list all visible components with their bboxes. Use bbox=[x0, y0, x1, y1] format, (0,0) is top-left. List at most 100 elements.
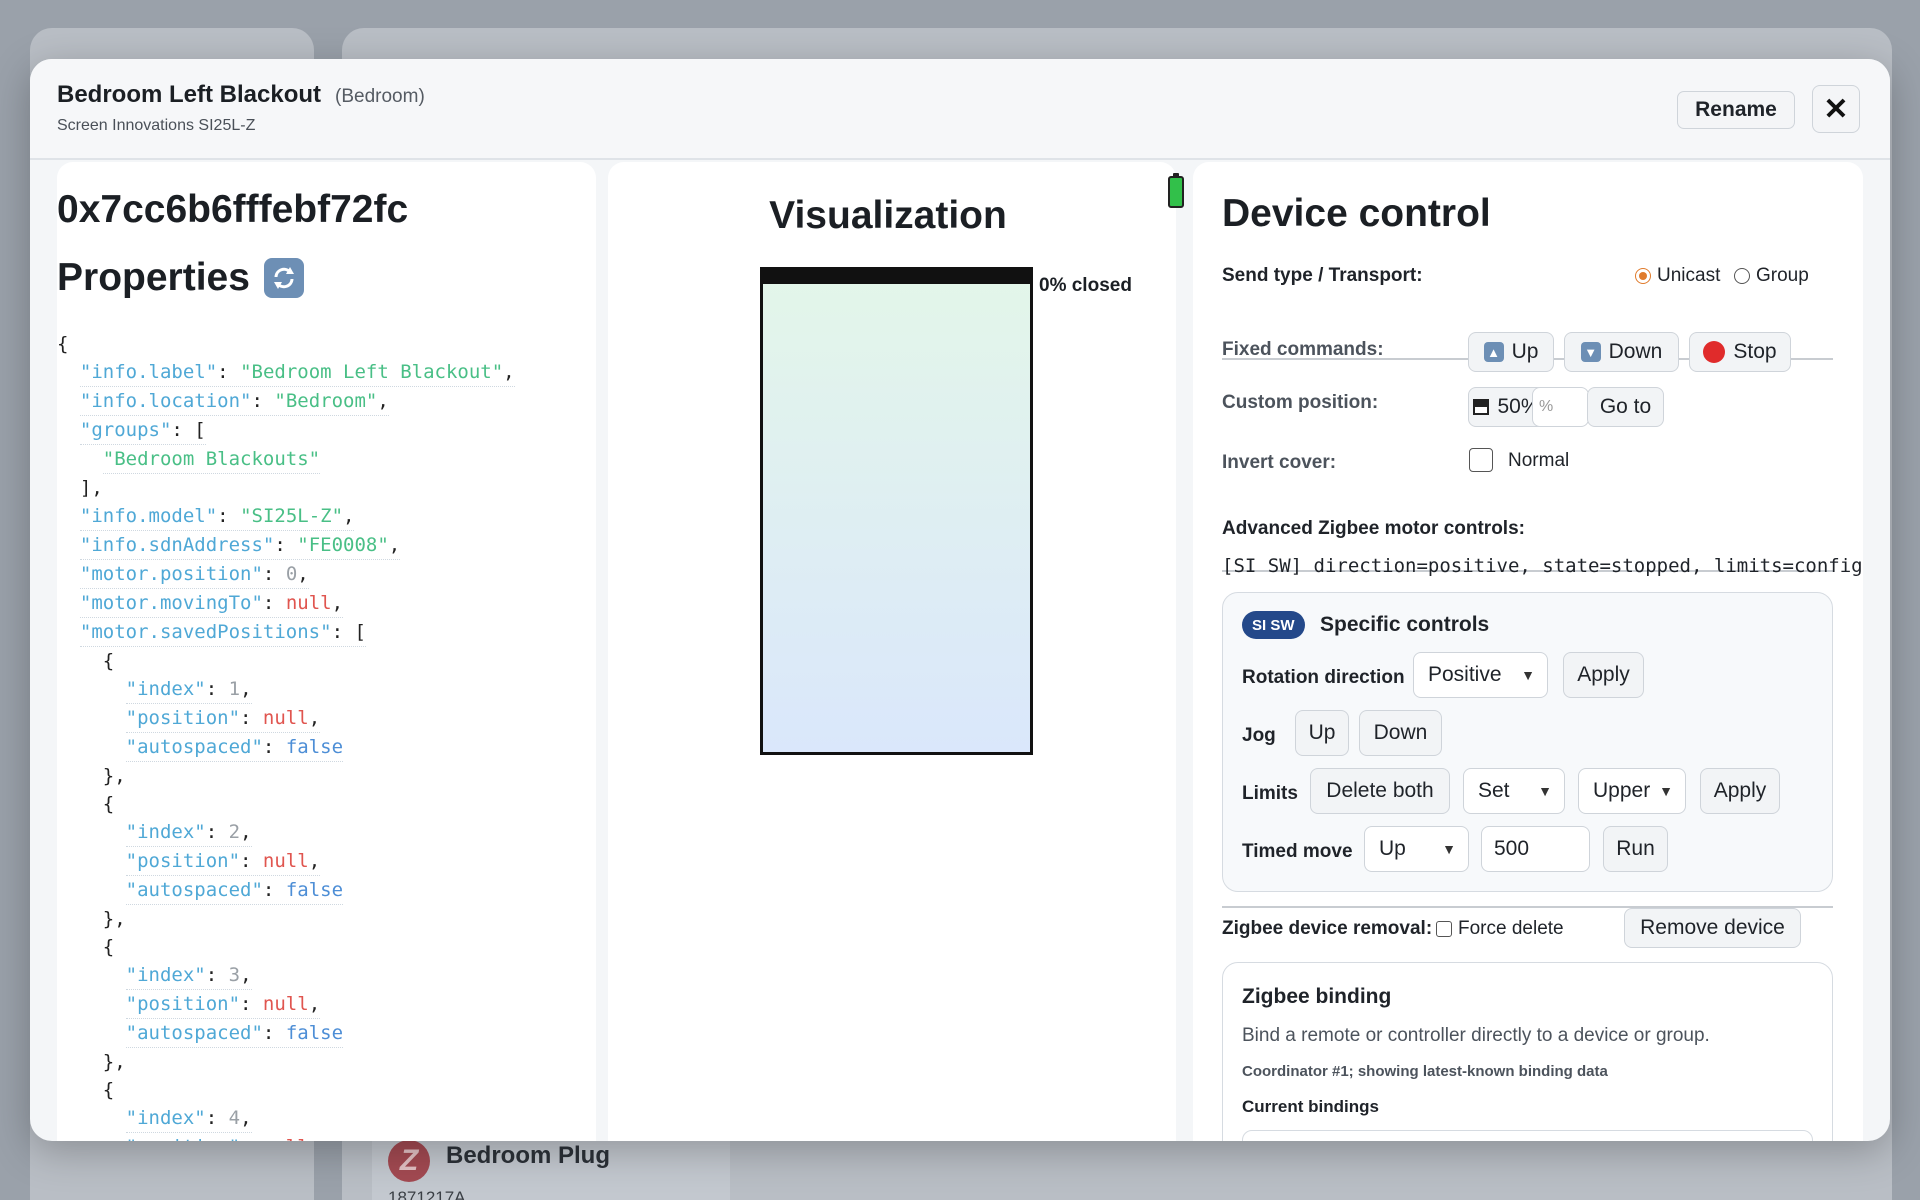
visualization-panel: Visualization 0% closed bbox=[608, 162, 1184, 1141]
zigbee-binding-note: Coordinator #1; showing latest-known bin… bbox=[1242, 1063, 1608, 1080]
rotation-direction-label: Rotation direction bbox=[1242, 667, 1405, 688]
force-delete-option[interactable]: Force delete bbox=[1436, 918, 1564, 940]
json-line: { bbox=[57, 936, 115, 958]
limits-action-select[interactable]: Set ▼ bbox=[1463, 768, 1565, 814]
send-type-label: Send type / Transport: bbox=[1222, 265, 1423, 286]
zigbee-binding-title: Zigbee binding bbox=[1242, 985, 1392, 1008]
group-label: Group bbox=[1756, 265, 1809, 286]
json-line: "autospaced": false bbox=[57, 876, 515, 905]
rename-button[interactable]: Rename bbox=[1677, 91, 1795, 129]
properties-panel: 0x7cc6b6fffebf72fc Properties { "info.la… bbox=[57, 162, 596, 1141]
group-radio[interactable] bbox=[1734, 268, 1750, 284]
jog-up-button[interactable]: Up bbox=[1295, 710, 1349, 756]
invert-cover-label: Invert cover: bbox=[1222, 452, 1337, 473]
visualization-title: Visualization bbox=[769, 194, 1007, 237]
device-address: 0x7cc6b6fffebf72fc bbox=[57, 188, 409, 231]
rotation-direction-select[interactable]: Positive ▼ bbox=[1413, 652, 1548, 698]
json-line: "index": 1, bbox=[57, 675, 515, 704]
group-radio-option[interactable]: Group bbox=[1734, 265, 1809, 287]
json-line: "motor.position": 0, bbox=[57, 560, 515, 589]
device-control-title: Device control bbox=[1222, 192, 1491, 235]
position-percent-input[interactable]: % bbox=[1532, 387, 1589, 427]
timed-direction-value: Up bbox=[1379, 837, 1406, 860]
current-bindings-label: Current bindings bbox=[1242, 1097, 1379, 1116]
up-button[interactable]: ▲ Up bbox=[1468, 332, 1554, 372]
blind-shade bbox=[763, 270, 1030, 284]
timed-duration-input[interactable]: 500 bbox=[1481, 826, 1590, 872]
invert-cover-checkbox[interactable] bbox=[1469, 448, 1493, 472]
si-sw-badge: SI SW bbox=[1242, 611, 1305, 639]
run-button[interactable]: Run bbox=[1603, 826, 1668, 872]
json-line: "motor.movingTo": null, bbox=[57, 589, 515, 618]
closed-percentage: 0% closed bbox=[1039, 275, 1132, 296]
json-line: "info.location": "Bedroom", bbox=[57, 387, 515, 416]
json-line: "info.label": "Bedroom Left Blackout", bbox=[57, 358, 515, 387]
unicast-label: Unicast bbox=[1657, 265, 1721, 286]
json-line: "position": null, bbox=[57, 990, 515, 1019]
json-line: "index": 2, bbox=[57, 818, 515, 847]
specific-controls-box: SI SW Specific controls Rotation directi… bbox=[1222, 592, 1833, 892]
json-line: { bbox=[57, 333, 69, 355]
go-to-button[interactable]: Go to bbox=[1587, 387, 1664, 427]
json-line: { bbox=[57, 650, 115, 672]
device-modal: Bedroom Left Blackout (Bedroom) Screen I… bbox=[30, 59, 1890, 1141]
rotation-direction-value: Positive bbox=[1428, 663, 1502, 686]
advanced-controls-label: Advanced Zigbee motor controls: bbox=[1222, 518, 1525, 539]
down-button[interactable]: ▼ Down bbox=[1564, 332, 1679, 372]
limits-action-value: Set bbox=[1478, 779, 1510, 802]
delete-both-limits-button[interactable]: Delete both bbox=[1310, 768, 1450, 814]
timed-move-label: Timed move bbox=[1242, 841, 1353, 862]
properties-heading: Properties bbox=[57, 256, 304, 300]
json-line: "autospaced": false bbox=[57, 1019, 515, 1048]
json-line: "groups": [ bbox=[57, 416, 515, 445]
json-line: "autospaced": false bbox=[57, 733, 515, 762]
down-label: Down bbox=[1608, 340, 1663, 363]
refresh-icon[interactable] bbox=[263, 258, 304, 298]
modal-header: Bedroom Left Blackout (Bedroom) Screen I… bbox=[30, 59, 1890, 160]
close-button[interactable]: ✕ bbox=[1812, 85, 1860, 133]
normal-label: Normal bbox=[1508, 450, 1570, 471]
stop-button[interactable]: Stop bbox=[1689, 332, 1791, 372]
force-delete-checkbox[interactable] bbox=[1436, 921, 1452, 937]
up-label: Up bbox=[1511, 340, 1539, 363]
device-room: (Bedroom) bbox=[335, 86, 425, 107]
half-cover-icon bbox=[1473, 399, 1490, 415]
rotation-apply-button[interactable]: Apply bbox=[1563, 652, 1644, 698]
chevron-down-icon: ▼ bbox=[1442, 841, 1456, 857]
device-removal-label: Zigbee device removal: bbox=[1222, 918, 1433, 939]
json-line: "position": null, bbox=[57, 1133, 515, 1141]
zigbee-binding-box: Zigbee binding Bind a remote or controll… bbox=[1222, 962, 1833, 1141]
zigbee-binding-description: Bind a remote or controller directly to … bbox=[1242, 1025, 1710, 1046]
unicast-radio[interactable] bbox=[1635, 268, 1651, 284]
stop-label: Stop bbox=[1733, 340, 1777, 363]
chevron-down-icon: ▼ bbox=[1538, 783, 1552, 799]
chevron-down-icon: ▼ bbox=[1659, 783, 1673, 799]
chevron-down-icon: ▼ bbox=[1521, 667, 1535, 683]
device-model: Screen Innovations SI25L-Z bbox=[57, 117, 256, 134]
force-delete-label: Force delete bbox=[1458, 918, 1564, 939]
limits-apply-button[interactable]: Apply bbox=[1700, 768, 1780, 814]
arrow-down-icon: ▼ bbox=[1580, 342, 1601, 362]
json-line: "index": 3, bbox=[57, 961, 515, 990]
properties-json: { "info.label": "Bedroom Left Blackout",… bbox=[57, 330, 515, 1141]
json-line: }, bbox=[57, 1051, 126, 1073]
json-line: { bbox=[57, 793, 115, 815]
json-line: "index": 4, bbox=[57, 1104, 515, 1133]
remove-device-button[interactable]: Remove device bbox=[1624, 908, 1801, 948]
jog-down-button[interactable]: Down bbox=[1359, 710, 1442, 756]
background-device-name: Bedroom Plug bbox=[446, 1142, 611, 1169]
current-bindings-list bbox=[1242, 1130, 1813, 1141]
device-title: Bedroom Left Blackout bbox=[57, 81, 322, 108]
jog-label: Jog bbox=[1242, 725, 1276, 746]
limits-which-select[interactable]: Upper ▼ bbox=[1578, 768, 1686, 814]
motor-status-line: [SI SW] direction=positive, state=stoppe… bbox=[1222, 555, 1863, 577]
unicast-radio-option[interactable]: Unicast bbox=[1635, 265, 1720, 287]
battery-full-icon bbox=[1168, 173, 1184, 208]
close-icon: ✕ bbox=[1823, 92, 1849, 126]
json-line: { bbox=[57, 1079, 115, 1101]
json-line: "motor.savedPositions": [ bbox=[57, 618, 515, 647]
custom-position-label: Custom position: bbox=[1222, 392, 1379, 413]
timed-direction-select[interactable]: Up ▼ bbox=[1364, 826, 1469, 872]
stop-icon bbox=[1703, 341, 1726, 363]
json-line: "position": null, bbox=[57, 704, 515, 733]
